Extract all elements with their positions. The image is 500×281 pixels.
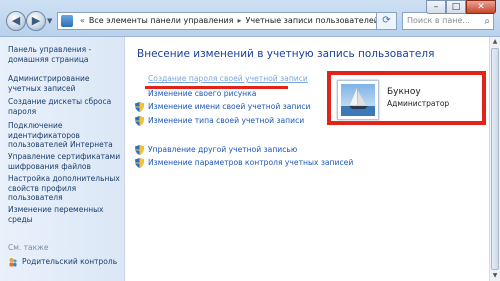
create-password-link[interactable]: Создание пароля своей учетной записи — [148, 74, 308, 83]
recent-pages-dropdown[interactable]: ▼ — [47, 17, 52, 25]
change-type-link[interactable]: Изменение типа своей учетной записи — [135, 116, 304, 126]
back-button[interactable]: ◀ — [6, 11, 26, 31]
breadcrumb-separator: « — [80, 16, 85, 25]
user-role: Администратор — [387, 99, 450, 108]
close-button[interactable]: ✕ — [466, 0, 496, 14]
uac-settings-label: Изменение параметров контроля учетных за… — [148, 158, 354, 167]
page-title: Внесение изменений в учетную запись поль… — [137, 48, 435, 60]
user-name: Букноу — [387, 87, 421, 97]
control-panel-window: ◀ ▶ ▼ « Все элементы панели управления ▸ Уч… — [0, 0, 500, 281]
left-nav-pane: Панель управления - домашняя страница Ад… — [0, 37, 125, 281]
manage-other-account-link[interactable]: Управление другой учетной записью — [135, 145, 297, 155]
change-picture-link[interactable]: Изменение своего рисунка — [148, 89, 256, 98]
parental-control-label: Родительский контроль — [22, 257, 118, 266]
change-name-label: Изменение имени своей учетной записи — [148, 102, 311, 111]
maximize-button[interactable]: □ — [446, 0, 466, 14]
sidebar-item-home[interactable]: Панель управления - домашняя страница — [8, 45, 122, 64]
sidebar-item-environment-variables[interactable]: Изменение переменных среды — [8, 205, 122, 224]
sidebar-item-parental-control[interactable]: Родительский контроль — [8, 257, 117, 267]
uac-settings-link[interactable]: Изменение параметров контроля учетных за… — [135, 158, 353, 168]
manage-other-account-label: Управление другой учетной записью — [148, 145, 298, 154]
sailboat-avatar-icon — [341, 84, 375, 116]
sidebar-item-profile-properties[interactable]: Настройка дополнительных свойств профиля… — [8, 174, 122, 203]
change-type-label: Изменение типа своей учетной записи — [148, 116, 305, 125]
change-name-link[interactable]: Изменение имени своей учетной записи — [135, 102, 310, 112]
create-password-label: Создание пароля своей учетной записи — [148, 74, 308, 83]
scrollbar-thumb[interactable] — [491, 48, 499, 270]
user-avatar[interactable] — [337, 80, 379, 120]
refresh-icon: ⟳ — [382, 15, 391, 26]
sidebar-item-manage-accounts[interactable]: Администрирование учетных записей — [8, 74, 122, 93]
control-panel-icon — [61, 15, 73, 27]
vertical-scrollbar[interactable]: ▲ ▼ — [489, 37, 500, 281]
search-input[interactable]: Поиск в пане... ⌕ — [402, 12, 494, 30]
shield-icon — [135, 145, 144, 155]
breadcrumb[interactable]: « Все элементы панели управления ▸ Учетные … — [57, 12, 377, 30]
breadcrumb-separator: ▸ — [237, 16, 242, 25]
breadcrumb-item-all-items[interactable]: Все элементы панели управления — [89, 13, 234, 29]
search-icon[interactable]: ⌕ — [484, 14, 490, 30]
breadcrumb-item-user-accounts[interactable]: Учетные записи пользователей — [245, 13, 376, 29]
address-bar: ◀ ▶ ▼ « Все элементы панели управления ▸ Уч… — [0, 0, 500, 37]
sidebar-item-online-ids[interactable]: Подключение идентификаторов пользователе… — [8, 121, 122, 150]
shield-icon — [135, 158, 144, 168]
search-placeholder: Поиск в пане... — [407, 16, 471, 25]
scroll-down-icon[interactable]: ▼ — [490, 271, 500, 281]
refresh-button[interactable]: ⟳ — [377, 12, 397, 30]
back-arrow-icon: ◀ — [11, 14, 21, 27]
sidebar-item-reset-disk[interactable]: Создание дискеты сброса пароля — [8, 97, 122, 116]
scroll-up-icon[interactable]: ▲ — [490, 37, 500, 47]
sidebar-item-certificates[interactable]: Управление сертификатами шифрования файл… — [8, 152, 122, 171]
forward-arrow-icon: ▶ — [31, 14, 41, 27]
shield-icon — [135, 102, 144, 112]
forward-button[interactable]: ▶ — [26, 11, 46, 31]
see-also-heading: См. также — [8, 243, 49, 252]
minimize-button[interactable]: – — [426, 0, 446, 14]
shield-icon — [135, 116, 144, 126]
change-picture-label: Изменение своего рисунка — [148, 89, 257, 98]
parental-control-icon — [9, 258, 17, 267]
